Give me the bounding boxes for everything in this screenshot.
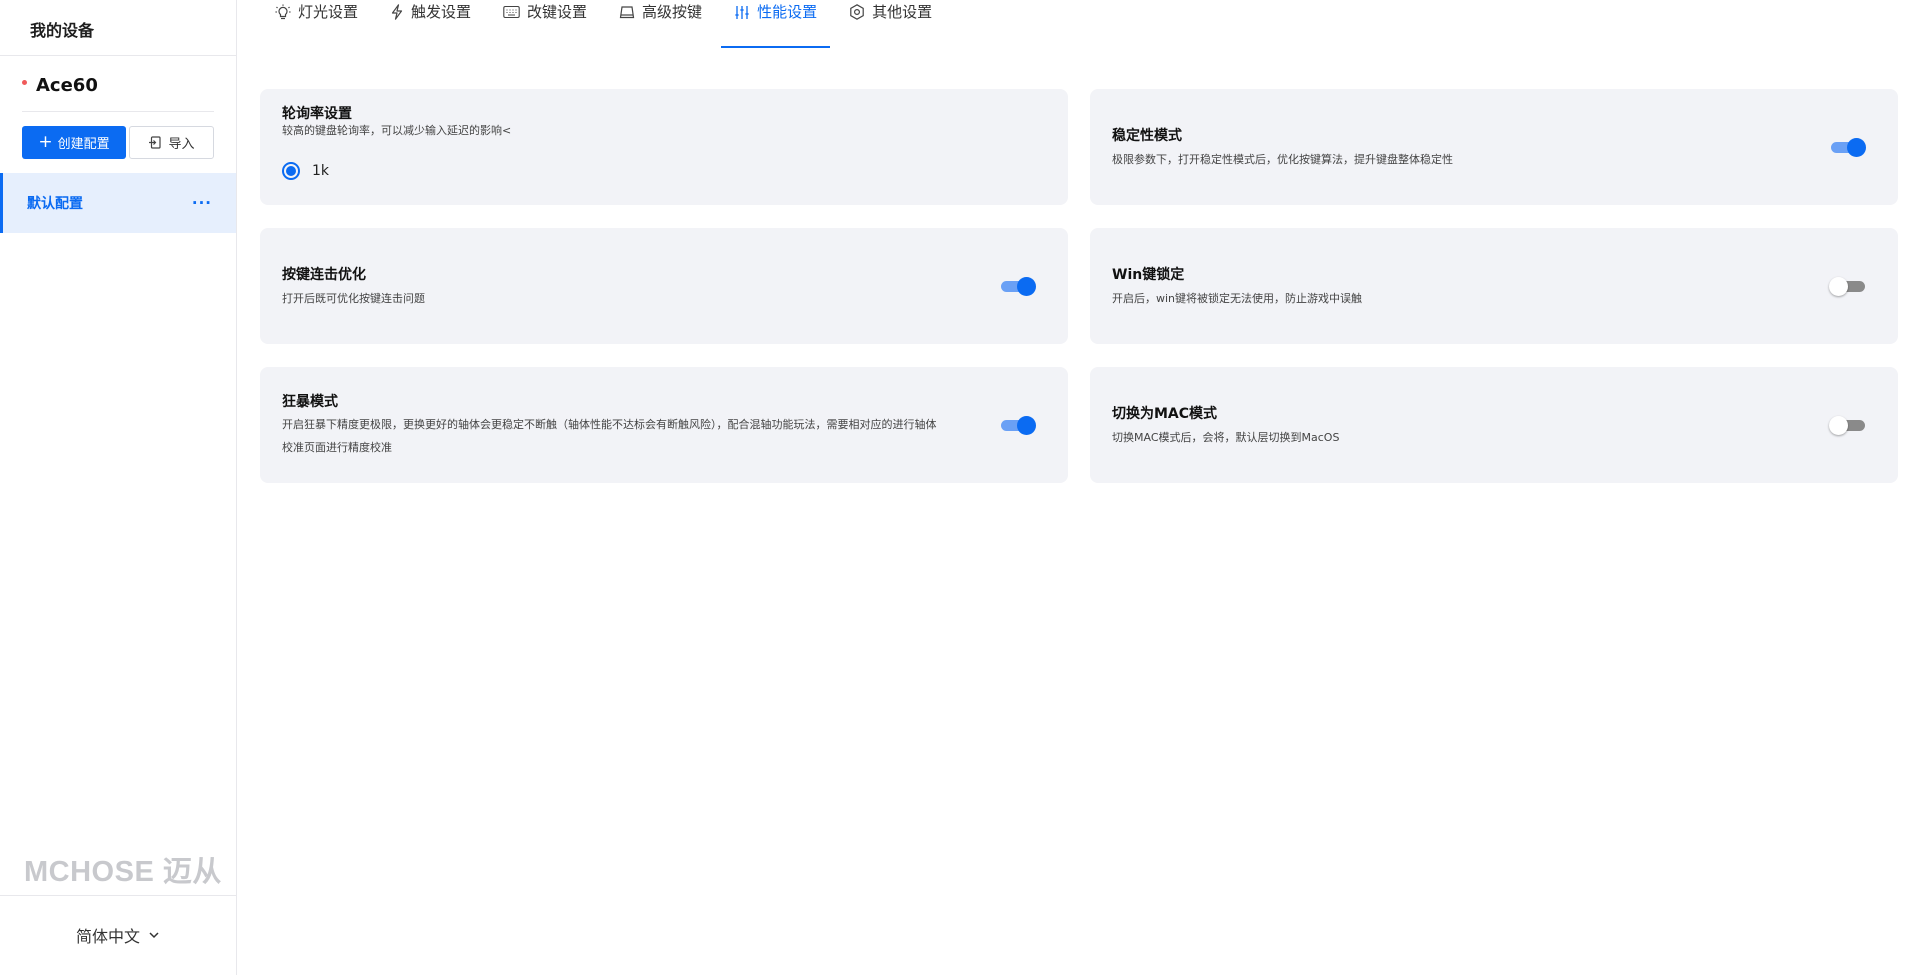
mac-mode-toggle[interactable] (1829, 415, 1867, 435)
tab-label: 触发设置 (411, 2, 472, 21)
card-description: 开启狂暴下精度更极限，更换更好的轴体会更稳定不断触（轴体性能不达标会有断触风险）… (282, 418, 937, 431)
card-title: 切换为MAC模式 (1112, 406, 1218, 422)
tab-label: 其他设置 (872, 2, 933, 21)
tab-other[interactable]: 其他设置 (836, 0, 945, 48)
status-dot-icon (22, 79, 27, 85)
app-window: 我的设备 Ace60 + 创建配置 导入 默认配置 ··· MCHOSE 迈从 … (0, 0, 1920, 975)
tab-label: 改键设置 (527, 2, 588, 21)
sidebar: 我的设备 Ace60 + 创建配置 导入 默认配置 ··· MCHOSE 迈从 … (0, 0, 237, 975)
card-title: Win键锁定 (1112, 267, 1185, 283)
sliders-icon (734, 5, 750, 20)
tab-lighting[interactable]: 灯光设置 (262, 0, 371, 48)
chevron-down-icon (149, 932, 159, 939)
berserk-mode-card: 狂暴模式 开启狂暴下精度更极限，更换更好的轴体会更稳定不断触（轴体性能不达标会有… (260, 367, 1068, 483)
bulb-icon (275, 4, 291, 20)
tab-label: 灯光设置 (298, 2, 359, 21)
create-profile-button[interactable]: + 创建配置 (22, 126, 126, 159)
card-description-line2: 校准页面进行精度校准 (282, 441, 392, 454)
win-key-lock-card: Win键锁定 开启后，win键将被锁定无法使用，防止游戏中误触 (1090, 228, 1898, 344)
polling-option-1k[interactable]: 1k (282, 162, 329, 180)
card-title: 狂暴模式 (282, 394, 338, 410)
gear-icon (849, 4, 865, 20)
import-label: 导入 (168, 137, 195, 152)
tab-bar: 灯光设置 触发设置 改键设置 高级按键 性能设置 其他设置 (262, 0, 951, 48)
divider (22, 111, 214, 112)
tab-label: 性能设置 (757, 2, 818, 21)
language-select[interactable]: 简体中文 (0, 920, 236, 950)
tab-trigger[interactable]: 触发设置 (377, 0, 484, 48)
plus-icon: + (38, 132, 53, 152)
profile-item-default[interactable]: 默认配置 ··· (0, 173, 236, 233)
device-item[interactable]: Ace60 (22, 74, 98, 96)
card-description: 极限参数下，打开稳定性模式后，优化按键算法，提升键盘整体稳定性 (1112, 153, 1453, 166)
card-title: 稳定性模式 (1112, 128, 1182, 144)
card-description: 切换MAC模式后，会将，默认层切换到MacOS (1112, 431, 1340, 444)
stability-mode-card: 稳定性模式 极限参数下，打开稳定性模式后，优化按键算法，提升键盘整体稳定性 (1090, 89, 1898, 205)
mac-mode-card: 切换为MAC模式 切换MAC模式后，会将，默认层切换到MacOS (1090, 367, 1898, 483)
repeat-optimization-toggle[interactable] (1001, 276, 1037, 296)
lightning-icon (390, 4, 404, 20)
profile-label: 默认配置 (27, 196, 83, 212)
card-description: 开启后，win键将被锁定无法使用，防止游戏中误触 (1112, 292, 1363, 305)
tab-advanced-keys[interactable]: 高级按键 (606, 0, 715, 48)
stability-toggle[interactable] (1831, 137, 1867, 157)
import-button[interactable]: 导入 (129, 126, 214, 159)
keyboard-icon (503, 5, 520, 19)
tab-performance[interactable]: 性能设置 (721, 0, 831, 48)
divider (0, 55, 236, 56)
tab-remap[interactable]: 改键设置 (490, 0, 600, 48)
create-profile-label: 创建配置 (57, 137, 110, 152)
language-label: 简体中文 (75, 927, 140, 946)
card-description: 打开后既可优化按键连击问题 (282, 292, 425, 305)
radio-selected-icon (282, 162, 300, 180)
brand-logo: MCHOSE 迈从 (24, 856, 222, 888)
more-icon[interactable]: ··· (192, 195, 212, 211)
repeat-optimization-card: 按键连击优化 打开后既可优化按键连击问题 (260, 228, 1068, 344)
divider (0, 895, 236, 896)
tab-label: 高级按键 (642, 2, 703, 21)
win-key-lock-toggle[interactable] (1829, 276, 1867, 296)
key-icon (619, 5, 635, 20)
sidebar-title: 我的设备 (30, 21, 95, 40)
import-icon (149, 136, 162, 149)
berserk-mode-toggle[interactable] (1001, 415, 1037, 435)
device-name: Ace60 (36, 74, 98, 96)
card-description: 较高的键盘轮询率，可以减少输入延迟的影响< (282, 124, 512, 137)
polling-rate-card: 轮询率设置 较高的键盘轮询率，可以减少输入延迟的影响< 1k (260, 89, 1068, 205)
radio-label: 1k (312, 163, 330, 179)
card-title: 按键连击优化 (282, 267, 366, 283)
